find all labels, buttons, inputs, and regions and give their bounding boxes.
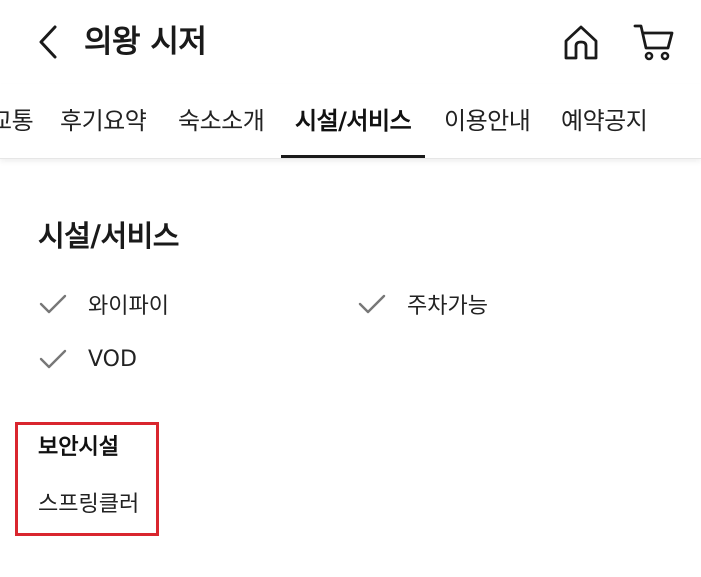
cart-button[interactable] xyxy=(632,20,676,64)
check-icon xyxy=(358,294,386,314)
facility-item: VOD xyxy=(38,342,137,376)
page-title: 의왕 시저 xyxy=(84,24,207,60)
facility-label: 주차가능 xyxy=(407,294,488,319)
facility-label: VOD xyxy=(88,346,137,372)
tab-review-summary[interactable]: 후기요약 xyxy=(60,84,147,158)
tab-usage-guide[interactable]: 이용안내 xyxy=(444,84,531,158)
facility-label: 와이파이 xyxy=(88,294,169,319)
tab-facilities-services[interactable]: 시설/서비스 xyxy=(280,84,426,158)
back-button[interactable] xyxy=(34,24,62,60)
check-icon xyxy=(39,349,67,369)
chevron-left-icon xyxy=(39,25,57,59)
home-button[interactable] xyxy=(561,22,601,62)
section-title: 시설/서비스 xyxy=(38,219,180,253)
tab-bar: 교통 후기요약 숙소소개 시설/서비스 이용안내 예약공지 xyxy=(0,84,701,159)
security-facility-value: 스프링클러 xyxy=(38,492,140,517)
tab-reservation-notice[interactable]: 예약공지 xyxy=(561,84,648,158)
check-icon xyxy=(39,294,67,314)
app-header: 의왕 시저 xyxy=(0,0,701,84)
facility-item: 주차가능 xyxy=(357,287,488,321)
facility-item: 와이파이 xyxy=(38,287,169,321)
tab-lodging-intro[interactable]: 숙소소개 xyxy=(178,84,265,158)
home-icon xyxy=(564,25,598,60)
tab-transport[interactable]: 교통 xyxy=(0,84,34,158)
cart-icon xyxy=(633,24,674,61)
security-facility-label: 보안시설 xyxy=(38,435,119,460)
